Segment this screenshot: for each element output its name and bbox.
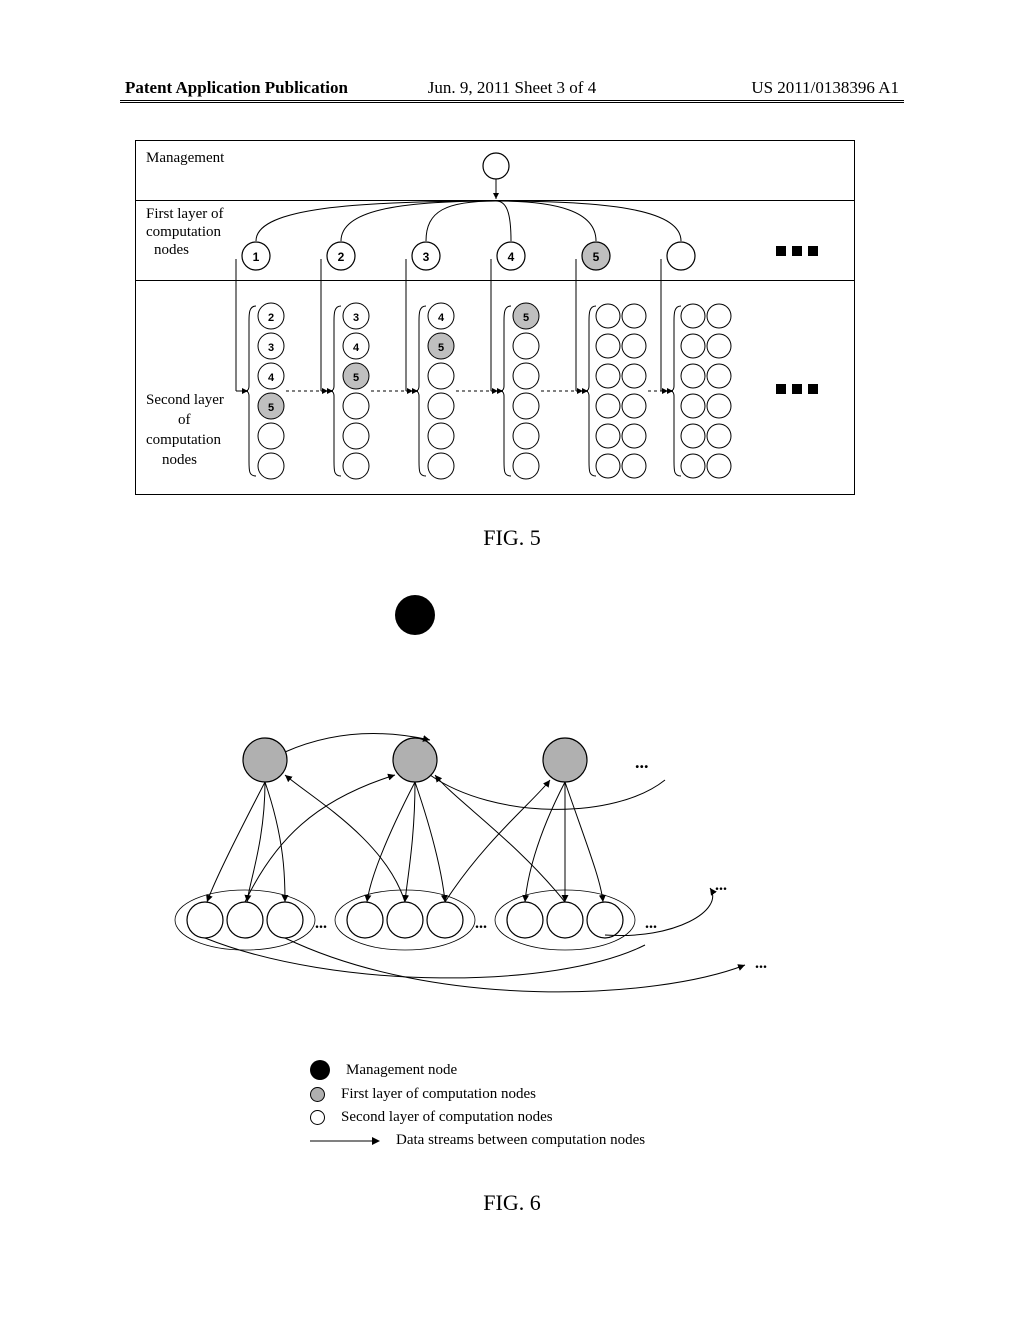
header-left: Patent Application Publication (125, 78, 348, 98)
svg-text:...: ... (635, 752, 649, 772)
header-rule (120, 100, 904, 103)
legend-management-label: Management node (346, 1062, 457, 1079)
svg-text:5: 5 (523, 312, 529, 324)
legend-streams-label: Data streams between computation nodes (396, 1132, 645, 1149)
svg-text:5: 5 (438, 342, 444, 354)
svg-text:...: ... (715, 877, 727, 894)
svg-text:4: 4 (438, 312, 445, 324)
svg-text:3: 3 (353, 312, 359, 324)
legend-management-icon (310, 1060, 330, 1080)
svg-text:5: 5 (353, 372, 359, 384)
svg-text:5: 5 (268, 402, 274, 414)
legend-second-layer-label: Second layer of computation nodes (341, 1109, 553, 1126)
fig5-svg: 1 2 3 4 5 2 3 4 5 3 4 5 (136, 141, 856, 496)
header-right: US 2011/0138396 A1 (751, 78, 899, 98)
svg-text:4: 4 (268, 372, 275, 384)
svg-text:4: 4 (353, 342, 360, 354)
fig6-caption: FIG. 6 (483, 1190, 540, 1216)
svg-text:2: 2 (268, 312, 274, 324)
legend-first-layer: First layer of computation nodes (310, 1086, 645, 1103)
legend-streams: Data streams between computation nodes (310, 1132, 645, 1149)
svg-text:4: 4 (508, 250, 515, 264)
legend-second-layer-icon (310, 1110, 325, 1125)
svg-text:...: ... (645, 915, 657, 932)
svg-text:1: 1 (253, 250, 260, 264)
svg-text:2: 2 (338, 250, 345, 264)
svg-text:...: ... (755, 955, 767, 972)
legend-second-layer: Second layer of computation nodes (310, 1109, 645, 1126)
legend-arrow-icon (310, 1134, 380, 1148)
svg-text:3: 3 (423, 250, 430, 264)
ellipsis-squares-row2 (776, 246, 818, 256)
svg-text:5: 5 (593, 250, 600, 264)
fig5-caption: FIG. 5 (483, 525, 540, 551)
fig6-legend: Management node First layer of computati… (310, 1060, 645, 1155)
legend-first-layer-icon (310, 1087, 325, 1102)
svg-text:...: ... (475, 915, 487, 932)
svg-text:3: 3 (268, 342, 274, 354)
fig5-diagram: Management First layer of computation no… (135, 140, 855, 495)
fig6-diagram: ... ... ... ... ... ... (135, 580, 855, 1040)
legend-first-layer-label: First layer of computation nodes (341, 1086, 536, 1103)
header-center: Jun. 9, 2011 Sheet 3 of 4 (428, 78, 596, 98)
fig6-svg: ... ... ... ... ... ... (135, 580, 855, 1040)
svg-text:...: ... (315, 915, 327, 932)
legend-management: Management node (310, 1060, 645, 1080)
ellipsis-squares-row3 (776, 384, 818, 394)
